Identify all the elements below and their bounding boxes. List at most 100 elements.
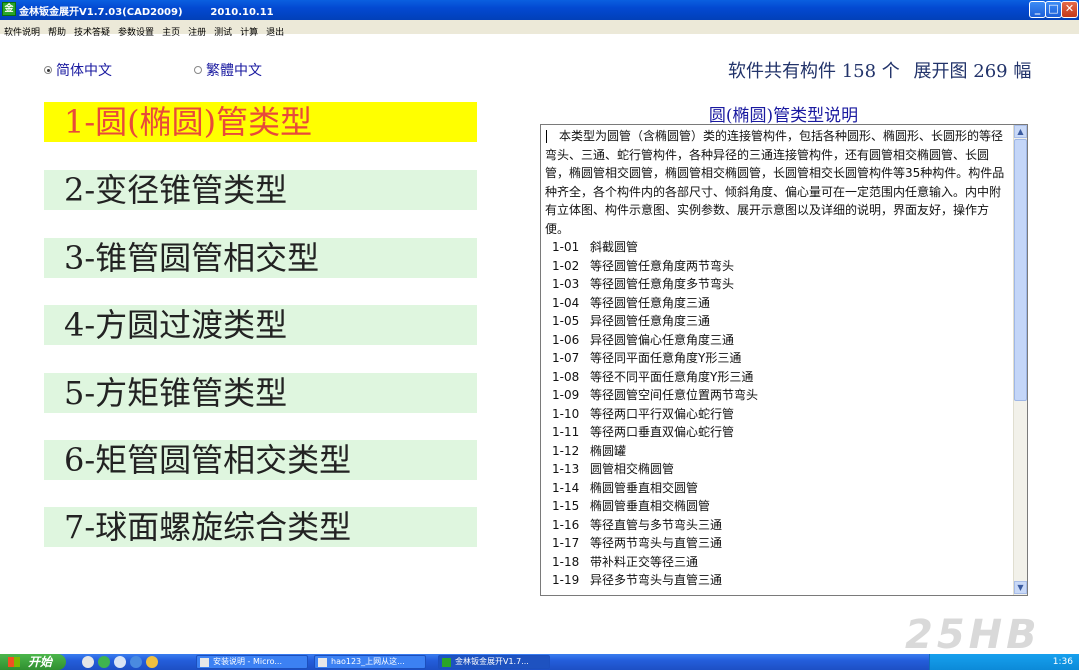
category-button-sphere-spiral[interactable]: 7-球面螺旋综合类型 <box>44 507 477 547</box>
menu-calculate[interactable]: 计算 <box>236 26 262 40</box>
item-name: 等径圆管任意角度三通 <box>590 295 711 310</box>
show-desktop-icon[interactable] <box>82 656 94 668</box>
menu-test[interactable]: 测试 <box>210 26 236 40</box>
scroll-up-icon[interactable]: ▲ <box>1014 125 1027 138</box>
task-install-notes[interactable]: 安装说明 - Micro... <box>196 655 308 669</box>
item-name: 等径两口平行双偏心蛇行管 <box>590 406 735 421</box>
category-button-round-pipe[interactable]: 1-圆(椭圆)管类型 <box>44 102 477 142</box>
item-code: 1-08 <box>552 369 580 384</box>
list-item: 1-13 圆管相交椭圆管 <box>545 460 1011 479</box>
item-code: 1-10 <box>552 406 580 421</box>
item-code: 1-02 <box>552 258 580 273</box>
item-code: 1-05 <box>552 314 580 328</box>
list-item: 1-18 带补料正交等径三通 <box>545 553 1011 572</box>
task-hao123[interactable]: hao123_上网从这... <box>314 655 426 669</box>
list-item: 1-06 异径圆管偏心任意角度三通 <box>545 331 1011 350</box>
minimize-button[interactable]: _ <box>1029 1 1046 18</box>
list-item: 1-11 等径两口垂直双偏心蛇行管 <box>545 423 1011 442</box>
menu-register[interactable]: 注册 <box>184 26 210 40</box>
description-textbox[interactable]: 本类型为圆管（含椭圆管）类的连接管构件，包括各种圆形、椭圆形、长圆形的等径弯头、… <box>540 124 1028 596</box>
watermark-logo: 25HB <box>905 612 1041 658</box>
radio-traditional-chinese[interactable]: 繁體中文 <box>194 60 262 80</box>
item-code: 1-12 <box>552 443 580 458</box>
menu-help[interactable]: 帮助 <box>44 26 70 40</box>
item-name: 椭圆管垂直相交椭圆管 <box>590 499 711 513</box>
list-item: 1-03 等径圆管任意角度多节弯头 <box>545 275 1011 294</box>
system-tray: 1:36 <box>929 654 1079 670</box>
item-name: 异径圆管偏心任意角度三通 <box>590 332 735 347</box>
messenger-icon[interactable] <box>146 656 158 668</box>
item-code: 1-17 <box>552 536 580 550</box>
item-code: 1-16 <box>552 517 580 532</box>
browser-icon[interactable] <box>98 656 110 668</box>
list-item: 1-19 异径多节弯头与直管三通 <box>545 571 1011 590</box>
component-count: 软件共有构件 158 个 <box>728 61 900 82</box>
windows-logo-icon <box>8 657 20 667</box>
list-item: 1-16 等径直管与多节弯头三通 <box>545 516 1011 535</box>
item-name: 圆管相交椭圆管 <box>590 462 675 476</box>
item-name: 斜截圆管 <box>590 240 639 254</box>
item-code: 1-11 <box>552 425 580 439</box>
description-title: 圆(椭圆)管类型说明 <box>708 106 859 126</box>
item-name: 等径直管与多节弯头三通 <box>590 517 723 532</box>
item-code: 1-09 <box>552 388 580 402</box>
menu-software-info[interactable]: 软件说明 <box>0 26 44 40</box>
scroll-thumb[interactable] <box>1014 139 1027 401</box>
list-item: 1-17 等径两节弯头与直管三通 <box>545 534 1011 553</box>
task-label: 金林钣金展开V1.7... <box>455 657 529 666</box>
category-button-square-round-transition[interactable]: 4-方圆过渡类型 <box>44 305 477 345</box>
item-name: 异径多节弯头与直管三通 <box>590 573 723 587</box>
item-name: 等径两口垂直双偏心蛇行管 <box>590 425 735 439</box>
app-icon: 金 <box>2 2 16 16</box>
item-code: 1-13 <box>552 462 580 476</box>
item-code: 1-07 <box>552 351 580 365</box>
menu-home[interactable]: 主页 <box>158 26 184 40</box>
drawing-count: 展开图 269 幅 <box>913 61 1032 82</box>
list-item: 1-14 椭圆管垂直相交圆管 <box>545 479 1011 498</box>
radio-unselected-icon <box>194 66 202 74</box>
word-icon <box>200 658 209 667</box>
item-code: 1-01 <box>552 240 580 254</box>
maximize-button[interactable]: □ <box>1045 1 1062 18</box>
menu-bar: 软件说明 帮助 技术答疑 参数设置 主页 注册 测试 计算 退出 <box>0 20 1079 38</box>
menu-tech-support[interactable]: 技术答疑 <box>70 26 114 40</box>
list-item: 1-04 等径圆管任意角度三通 <box>545 294 1011 313</box>
list-item: 1-12 椭圆罐 <box>545 442 1011 461</box>
title-bar[interactable]: 金 金林钣金展开V1.7.03(CAD2009) 2010.10.11 _ □ … <box>0 0 1079 20</box>
description-paragraph: 本类型为圆管（含椭圆管）类的连接管构件，包括各种圆形、椭圆形、长圆形的等径弯头、… <box>545 129 1005 236</box>
vertical-scrollbar[interactable]: ▲ ▼ <box>1013 125 1027 595</box>
clock[interactable]: 1:36 <box>1053 657 1073 667</box>
radio-simplified-chinese[interactable]: 简体中文 <box>44 60 112 80</box>
item-name: 等径同平面任意角度Y形三通 <box>590 351 742 365</box>
list-item: 1-01 斜截圆管 <box>545 238 1011 257</box>
category-button-square-rect-cone[interactable]: 5-方矩锥管类型 <box>44 373 477 413</box>
menu-exit[interactable]: 退出 <box>262 26 288 40</box>
item-code: 1-06 <box>552 332 580 347</box>
start-label: 开始 <box>28 655 53 669</box>
start-button[interactable]: 开始 <box>0 654 66 670</box>
item-code: 1-19 <box>552 573 580 587</box>
ie-icon[interactable] <box>130 656 142 668</box>
list-item: 1-15 椭圆管垂直相交椭圆管 <box>545 497 1011 516</box>
item-name: 等径圆管任意角度两节弯头 <box>590 258 735 273</box>
text-caret <box>546 130 547 143</box>
description-content: 本类型为圆管（含椭圆管）类的连接管构件，包括各种圆形、椭圆形、长圆形的等径弯头、… <box>545 127 1011 590</box>
close-button[interactable]: ✕ <box>1061 1 1078 18</box>
radio-simplified-label: 简体中文 <box>56 63 112 79</box>
list-item: 1-09 等径圆管空间任意位置两节弯头 <box>545 386 1011 405</box>
item-code: 1-03 <box>552 277 580 291</box>
menu-settings[interactable]: 参数设置 <box>114 26 158 40</box>
category-button-rect-round-intersect[interactable]: 6-矩管圆管相交类型 <box>44 440 477 480</box>
list-item: 1-10 等径两口平行双偏心蛇行管 <box>545 405 1011 424</box>
task-label: hao123_上网从这... <box>331 657 405 666</box>
window-title: 金林钣金展开V1.7.03(CAD2009) 2010.10.11 <box>19 7 274 18</box>
app-task-icon <box>442 658 451 667</box>
task-jinlin-app[interactable]: 金林钣金展开V1.7... <box>438 655 550 669</box>
item-name: 等径两节弯头与直管三通 <box>590 536 723 550</box>
radio-traditional-label: 繁體中文 <box>206 63 262 79</box>
category-button-reducer-cone[interactable]: 2-变径锥管类型 <box>44 170 477 210</box>
scroll-down-icon[interactable]: ▼ <box>1014 581 1027 594</box>
item-code: 1-04 <box>552 295 580 310</box>
category-button-cone-round-intersect[interactable]: 3-锥管圆管相交型 <box>44 238 477 278</box>
media-player-icon[interactable] <box>114 656 126 668</box>
